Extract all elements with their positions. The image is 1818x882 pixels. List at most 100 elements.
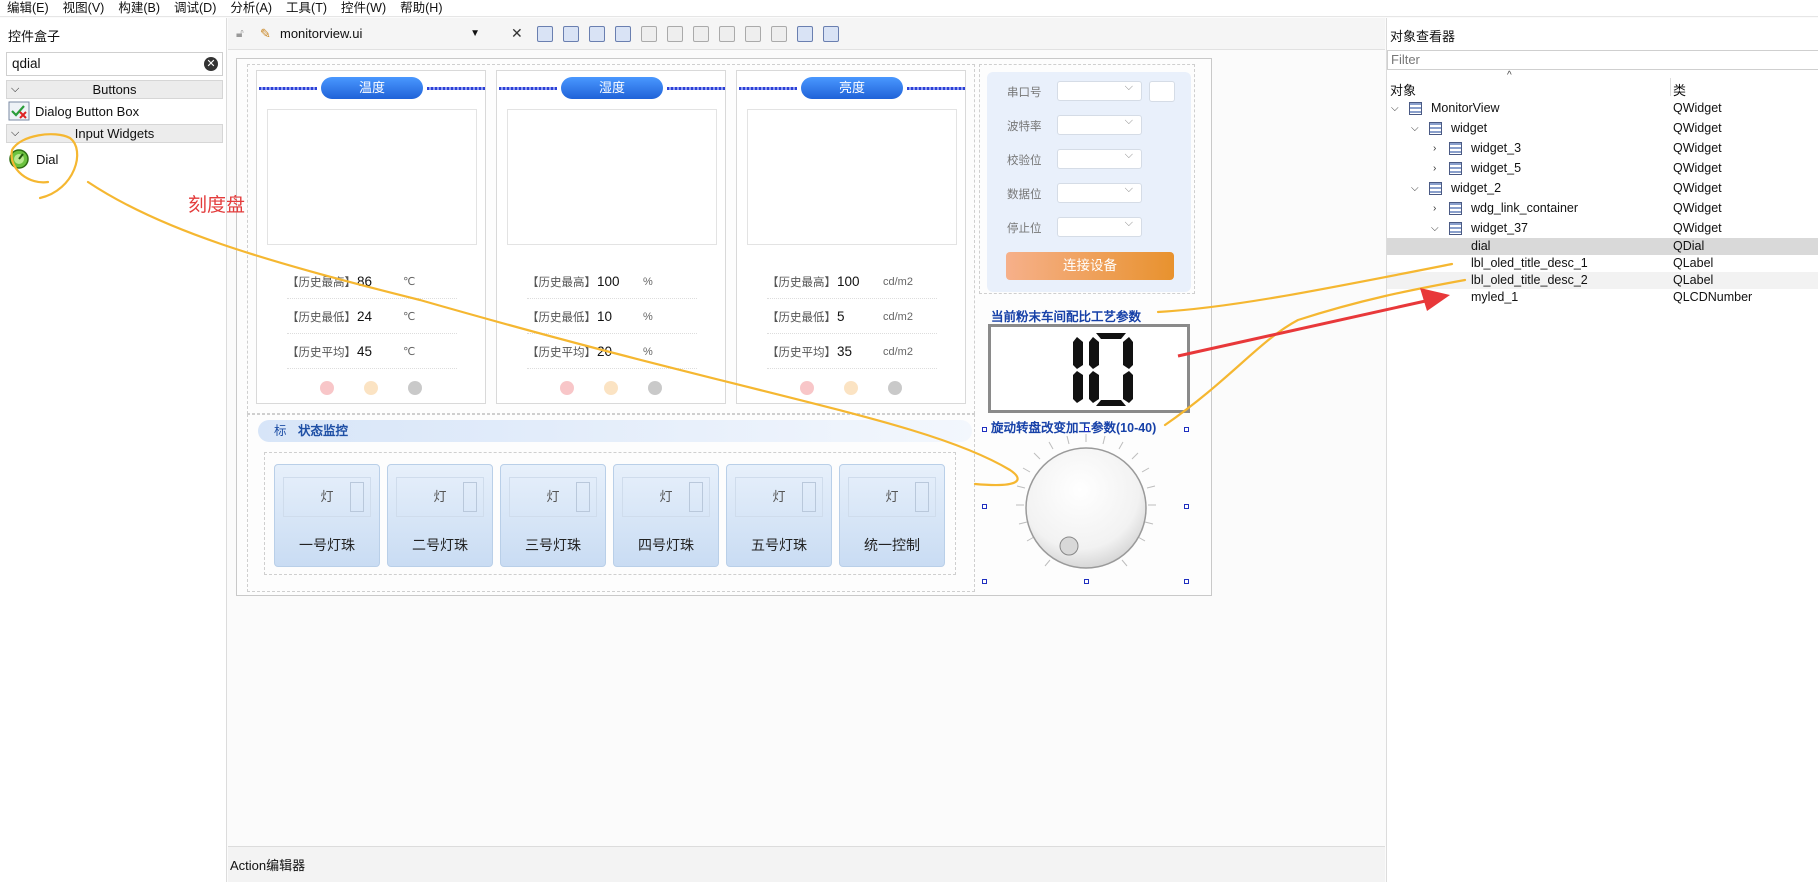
lamp-indicator-label: 灯 xyxy=(433,489,447,504)
edit-signals-icon[interactable] xyxy=(563,26,579,42)
lamp-button-1[interactable]: 灯一号灯珠 xyxy=(274,464,380,567)
refresh-port-button[interactable] xyxy=(1149,81,1175,102)
inspector-filter-input[interactable]: Filter xyxy=(1387,50,1818,70)
connect-device-button[interactable]: 连接设备 xyxy=(1006,252,1174,280)
close-file-icon[interactable]: ✕ xyxy=(511,25,523,42)
menu-view[interactable]: 视图(V) xyxy=(56,0,112,16)
menu-analyze[interactable]: 分析(A) xyxy=(223,0,279,16)
sensor-panel-humidity: 湿度 【历史最高】 100% 【历史最低】 10% 【历史平均】 20% xyxy=(496,70,726,404)
clear-search-icon[interactable]: ✕ xyxy=(204,57,218,71)
tree-row-wdg-link-container[interactable]: › wdg_link_container QWidget xyxy=(1387,200,1818,217)
tree-object-name: widget_37 xyxy=(1471,221,1528,235)
tree-row-monitorview[interactable]: ⌵ MonitorView QWidget xyxy=(1387,100,1818,117)
tree-object-class: QLabel xyxy=(1673,273,1714,287)
sort-indicator-icon: ^ xyxy=(1507,70,1512,81)
stat-value: 100 xyxy=(597,274,620,289)
tree-row-dial-selected[interactable]: dial QDial xyxy=(1387,238,1818,255)
lamp-indicator-label: 灯 xyxy=(320,489,334,504)
stop-bits-select[interactable] xyxy=(1057,217,1142,237)
lamp-indicator-label: 灯 xyxy=(659,489,673,504)
stat-label: 【历史最低】 xyxy=(527,311,596,324)
category-buttons[interactable]: ⌵ Buttons xyxy=(6,80,223,99)
tree-row-widget-2[interactable]: ⌵ widget_2 QWidget xyxy=(1387,180,1818,197)
stat-row: 【历史最低】 5 cd/m2 xyxy=(767,300,937,334)
tree-row-widget-3[interactable]: › widget_3 QWidget xyxy=(1387,140,1818,157)
edit-tab-order-icon[interactable] xyxy=(615,26,631,42)
chevron-down-icon: ⌵ xyxy=(1411,123,1419,134)
widget-item-dialog-button-box[interactable]: Dialog Button Box xyxy=(8,99,139,123)
menu-tools[interactable]: 工具(T) xyxy=(279,0,334,16)
stat-label: 【历史最高】 xyxy=(767,276,836,289)
file-selector[interactable]: ✎ monitorview.ui ▼ xyxy=(258,24,484,44)
widget-icon xyxy=(1449,222,1462,235)
data-bits-select[interactable] xyxy=(1057,183,1142,203)
status-dot-gray xyxy=(888,381,902,395)
menu-debug[interactable]: 调试(D) xyxy=(167,0,223,16)
splitter-horizontal-icon[interactable] xyxy=(693,26,709,42)
tree-object-name: wdg_link_container xyxy=(1471,201,1579,215)
stat-unit: % xyxy=(643,275,653,288)
adjust-size-icon[interactable] xyxy=(823,26,839,42)
lamp-button-3[interactable]: 灯三号灯珠 xyxy=(500,464,606,567)
lamp-button-2[interactable]: 灯二号灯珠 xyxy=(387,464,493,567)
tree-row-widget-5[interactable]: › widget_5 QWidget xyxy=(1387,160,1818,177)
stat-row: 【历史最高】 86 ℃ xyxy=(287,265,457,299)
column-header-object[interactable]: 对象 xyxy=(1390,80,1416,99)
widget-icon xyxy=(1429,122,1442,135)
menu-help[interactable]: 帮助(H) xyxy=(393,0,449,16)
form-toolbar: 🔓︎ ✎ monitorview.ui ▼ ✕ xyxy=(228,18,1385,50)
splitter-vertical-icon[interactable] xyxy=(719,26,735,42)
dialog-button-box-icon xyxy=(8,101,30,121)
tree-row-lbl-oled-2[interactable]: lbl_oled_title_desc_2 QLabel xyxy=(1387,272,1818,289)
category-input-widgets[interactable]: ⌵ Input Widgets xyxy=(6,124,223,143)
lamp-button-unified[interactable]: 灯统一控制 xyxy=(839,464,945,567)
tree-object-name: widget_2 xyxy=(1451,181,1502,195)
tree-object-class: QDial xyxy=(1673,239,1705,253)
column-header-class[interactable]: 类 xyxy=(1673,80,1686,99)
lcd-number-display: 10 xyxy=(988,324,1190,413)
chevron-right-icon: › xyxy=(1433,143,1437,154)
tree-row-widget-37[interactable]: ⌵ widget_37 QWidget xyxy=(1387,220,1818,237)
sensor-panel-brightness: 亮度 【历史最高】 100 cd/m2 【历史最低】 5 cd/m2 【历史平均】 35 c… xyxy=(736,70,966,404)
baud-rate-select[interactable] xyxy=(1057,115,1142,135)
layout-form-icon[interactable] xyxy=(745,26,761,42)
menu-widgets[interactable]: 控件(W) xyxy=(334,0,393,16)
status-dot-red xyxy=(320,381,334,395)
status-monitor-header: 标 状态监控 xyxy=(258,420,972,442)
chevron-down-icon: ⌵ xyxy=(1391,103,1399,114)
tree-row-myled-1[interactable]: myled_1 QLCDNumber xyxy=(1387,289,1818,306)
stat-label: 【历史平均】 xyxy=(527,346,596,359)
tree-object-name: lbl_oled_title_desc_1 xyxy=(1471,256,1588,270)
menu-edit[interactable]: 编辑(E) xyxy=(0,0,56,16)
annotation-label: 刻度盘 xyxy=(188,195,246,216)
widget-search-input[interactable]: qdial ✕ xyxy=(6,52,223,76)
stop-bits-label: 停止位 xyxy=(1007,223,1042,235)
lamp-name: 统一控制 xyxy=(864,537,920,553)
stat-value: 24 xyxy=(357,309,373,324)
stat-label: 【历史平均】 xyxy=(287,346,356,359)
layout-horizontal-icon[interactable] xyxy=(641,26,657,42)
tree-row-widget[interactable]: ⌵ widget QWidget xyxy=(1387,120,1818,137)
edit-widgets-icon[interactable] xyxy=(537,26,553,42)
lamp-button-4[interactable]: 灯四号灯珠 xyxy=(613,464,719,567)
widget-item-dial[interactable]: Dial xyxy=(8,147,58,171)
layout-grid-icon[interactable] xyxy=(771,26,787,42)
lamp-button-5[interactable]: 灯五号灯珠 xyxy=(726,464,832,567)
tree-object-class: QWidget xyxy=(1673,141,1722,155)
stat-unit: % xyxy=(643,345,653,358)
parity-select[interactable] xyxy=(1057,149,1142,169)
layout-vertical-icon[interactable] xyxy=(667,26,683,42)
widget-box-title: 控件盒子 xyxy=(8,29,61,44)
tree-object-name: lbl_oled_title_desc_2 xyxy=(1471,273,1588,287)
edit-buddies-icon[interactable] xyxy=(589,26,605,42)
lamp-name: 三号灯珠 xyxy=(525,537,581,553)
serial-port-select[interactable] xyxy=(1057,81,1142,101)
dial-widget[interactable] xyxy=(982,427,1189,584)
status-dot-orange xyxy=(364,381,378,395)
widget-icon xyxy=(1449,162,1462,175)
chevron-right-icon: › xyxy=(1433,203,1437,214)
break-layout-icon[interactable] xyxy=(797,26,813,42)
tree-row-lbl-oled-1[interactable]: lbl_oled_title_desc_1 QLabel xyxy=(1387,255,1818,272)
data-bits-label: 数据位 xyxy=(1007,189,1042,201)
menu-build[interactable]: 构建(B) xyxy=(111,0,167,16)
